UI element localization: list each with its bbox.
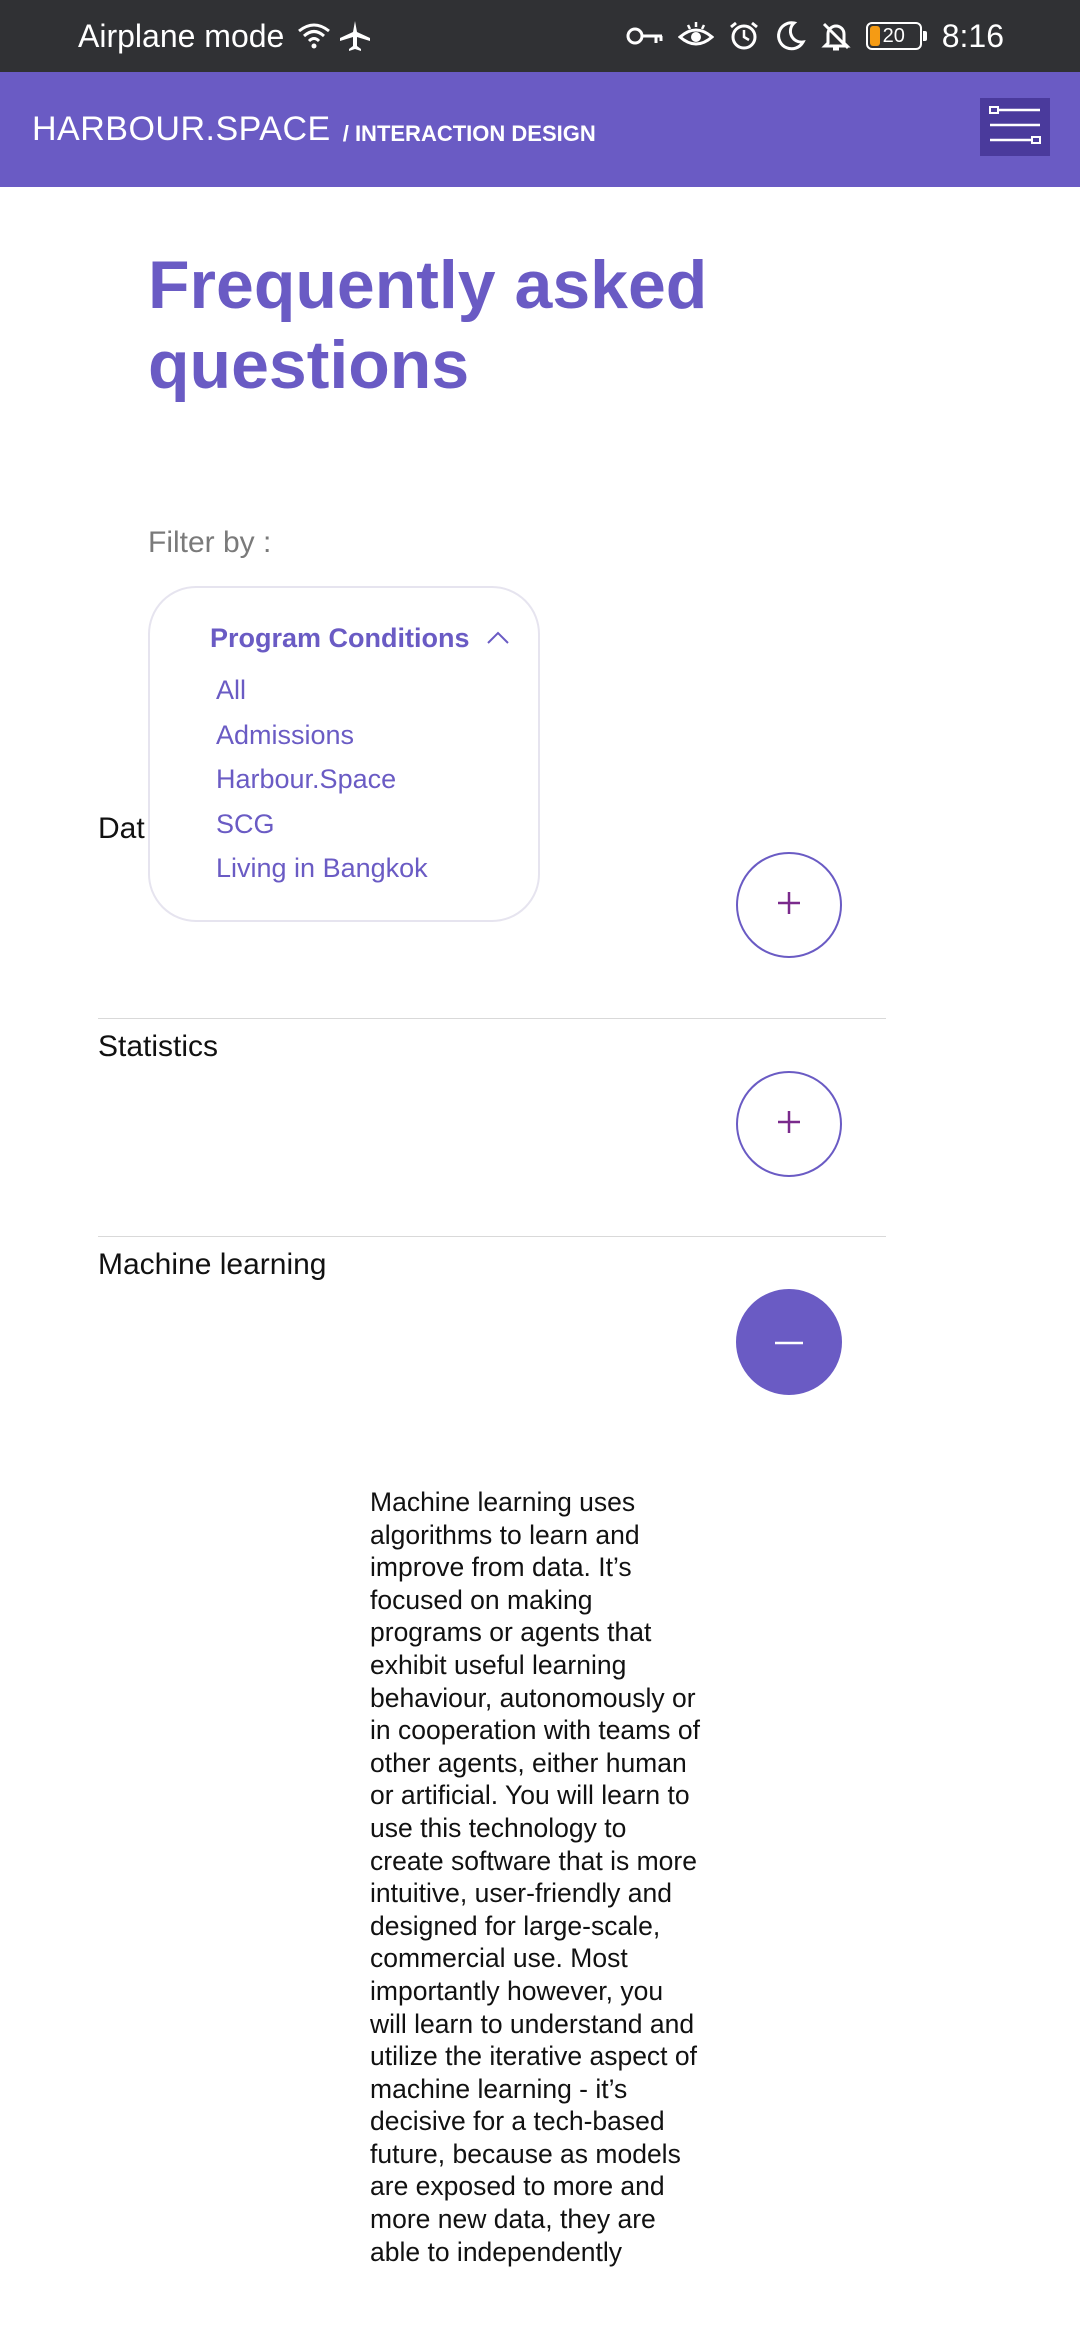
expand-button[interactable]: [736, 1071, 842, 1177]
dropdown-selected: Program Conditions: [210, 622, 470, 653]
faq-question[interactable]: Machine learning: [98, 1248, 326, 1282]
alarm-icon: [728, 20, 760, 52]
chevron-up-icon: [486, 628, 510, 648]
status-time: 8:16: [941, 17, 1004, 54]
faq-divider: [98, 1018, 886, 1019]
key-icon: [626, 24, 664, 48]
plus-icon: [776, 890, 802, 921]
plus-icon: [776, 1109, 802, 1140]
expand-button[interactable]: [736, 852, 842, 958]
page-title: Frequently asked questions: [148, 247, 708, 403]
menu-icon: [988, 103, 1042, 152]
eye-icon: [677, 21, 714, 51]
status-left: Airplane mode: [78, 0, 372, 72]
dropdown-option-harbour-space[interactable]: Harbour.Space: [216, 757, 428, 802]
brand[interactable]: HARBOUR.SPACE / INTERACTION DESIGN: [32, 72, 596, 187]
faq-question[interactable]: Statistics: [98, 1030, 218, 1064]
minus-icon: [774, 1333, 804, 1351]
dropdown-toggle[interactable]: Program Conditions: [210, 618, 510, 658]
faq-item: Machine learning: [98, 1248, 886, 1398]
dropdown-options: All Admissions Harbour.Space SCG Living …: [216, 668, 428, 891]
battery-level: 20: [882, 25, 905, 47]
brand-section: / INTERACTION DESIGN: [342, 120, 596, 146]
faq-answer: Machine learning uses algorithms to lear…: [370, 1487, 700, 2267]
bell-off-icon: [820, 20, 852, 52]
dropdown-option-living-in-bangkok[interactable]: Living in Bangkok: [216, 846, 428, 891]
airplane-icon: [338, 19, 372, 53]
collapse-button[interactable]: [736, 1289, 842, 1395]
dropdown-option-scg[interactable]: SCG: [216, 802, 428, 847]
faq-question[interactable]: Dat: [98, 812, 145, 846]
dropdown-option-admissions[interactable]: Admissions: [216, 713, 428, 758]
dropdown-option-all[interactable]: All: [216, 668, 428, 713]
airplane-mode-label: Airplane mode: [78, 17, 285, 54]
status-right: 20 8:16: [626, 0, 1004, 72]
moon-icon: [774, 20, 806, 52]
app-header: HARBOUR.SPACE / INTERACTION DESIGN: [0, 72, 1080, 187]
status-bar: Airplane mode 20 8:16: [0, 0, 1080, 72]
filter-label: Filter by :: [148, 526, 272, 559]
faq-divider: [98, 1236, 886, 1237]
faq-item: Statistics: [98, 1030, 886, 1180]
brand-name: HARBOUR.SPACE: [32, 110, 331, 148]
wifi-icon: [296, 21, 332, 51]
menu-button[interactable]: [980, 98, 1050, 156]
filter-dropdown: Program Conditions All Admissions Harbou…: [148, 586, 540, 922]
battery-icon: 20: [865, 22, 927, 50]
